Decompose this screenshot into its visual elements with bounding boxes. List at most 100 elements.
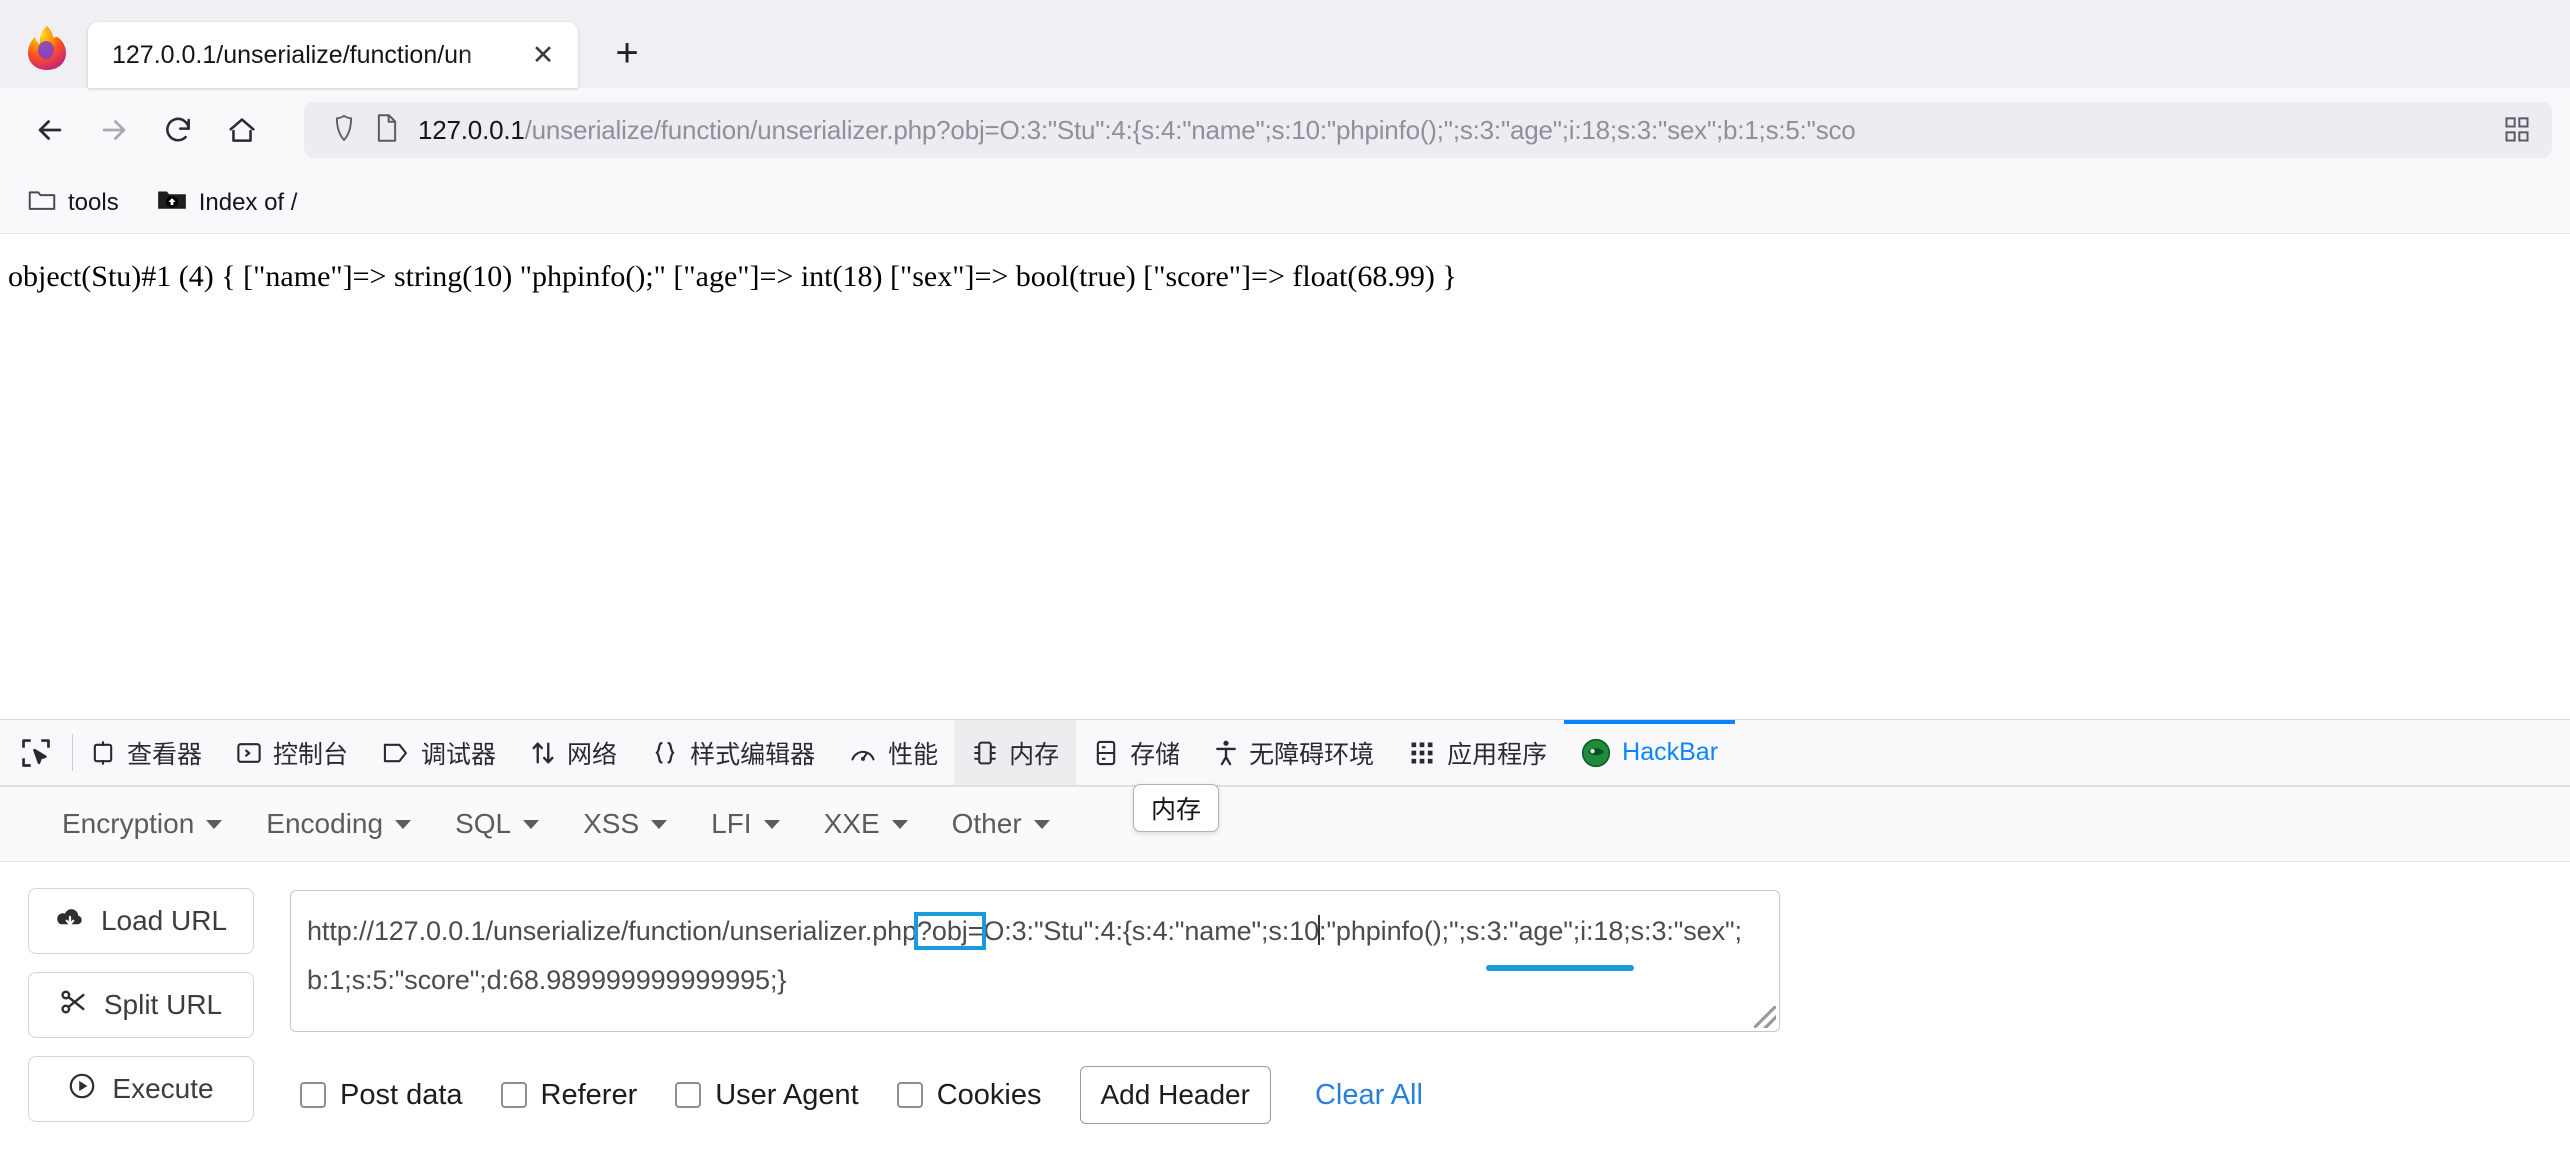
forward-arrow-icon: [82, 98, 146, 162]
hackbar-menu-lfi[interactable]: LFI: [689, 802, 801, 846]
devtools-tab-label: 内存: [1009, 740, 1060, 769]
inspector-icon: [90, 739, 116, 767]
hackbar-menu-encryption[interactable]: Encryption: [40, 802, 244, 846]
debugger-icon: [382, 740, 410, 766]
selection-underline: [1486, 965, 1634, 971]
devtools-tab-style-editor[interactable]: 样式编辑器: [634, 720, 832, 785]
resize-handle[interactable]: [1754, 1006, 1776, 1028]
button-label: Split URL: [103, 989, 223, 1020]
button-label: Load URL: [100, 905, 228, 936]
devtools-tab-memory[interactable]: 内存: [955, 720, 1077, 785]
hackbar-options-row: Post data Referer User Agent Cookies Add…: [290, 1066, 2570, 1124]
url-prefix-text: http://127.0.0.1/unserialize/function/un…: [307, 916, 917, 946]
checkbox-cookies[interactable]: Cookies: [896, 1079, 1042, 1112]
devtools-tab-accessibility[interactable]: 无障碍环境: [1197, 720, 1391, 785]
menu-label: SQL: [455, 808, 512, 839]
checkbox-post-data[interactable]: Post data: [300, 1079, 463, 1112]
shield-icon[interactable]: [330, 113, 358, 148]
url-identity-box: [330, 113, 400, 148]
execute-button[interactable]: Execute: [28, 1056, 254, 1122]
devtools-tab-label: HackBar: [1622, 738, 1719, 766]
checkbox-user-agent[interactable]: User Agent: [675, 1078, 859, 1112]
qr-reader-icon[interactable]: [2504, 116, 2530, 144]
chevron-down-icon: [763, 819, 780, 829]
checkbox-referer[interactable]: Referer: [500, 1078, 638, 1112]
devtools-tab-storage[interactable]: 存储: [1076, 720, 1197, 785]
chevron-down-icon: [1033, 819, 1050, 829]
add-header-button[interactable]: Add Header: [1079, 1066, 1271, 1124]
url-text[interactable]: 127.0.0.1/unserialize/function/unseriali…: [418, 115, 2486, 146]
hackbar-menu-sql[interactable]: SQL: [433, 802, 561, 846]
devtools-tabbar: 查看器 控制台 调试器 网络 样式编辑器 性能 内存 存储 无障碍环境 应用程序…: [0, 720, 2570, 832]
reload-icon[interactable]: [146, 98, 210, 162]
bookmark-label: Index of /: [198, 188, 298, 216]
load-url-button[interactable]: Load URL: [28, 888, 254, 954]
new-tab-button[interactable]: +: [600, 26, 654, 80]
devtools-tab-label: 调试器: [421, 740, 497, 769]
php-var-dump-output: object(Stu)#1 (4) { ["name"]=> string(10…: [8, 260, 1457, 293]
devtools-tab-hackbar[interactable]: HackBar: [1564, 720, 1735, 785]
performance-icon: [849, 740, 877, 766]
menu-label: Encryption: [62, 808, 195, 839]
chevron-down-icon: [523, 819, 540, 829]
devtools-tab-network[interactable]: 网络: [513, 720, 634, 785]
application-icon: [1408, 739, 1436, 767]
bookmark-item-index-of[interactable]: Index of /: [143, 181, 312, 224]
back-arrow-icon[interactable]: [18, 98, 82, 162]
devtools-tab-performance[interactable]: 性能: [832, 720, 955, 785]
checkbox-box[interactable]: [500, 1082, 527, 1108]
browser-window: 127.0.0.1/unserialize/function/un ✕ + 12…: [0, 0, 2570, 1124]
bookmarks-toolbar: tools Index of /: [0, 172, 2570, 234]
hackbar-menu-xxe[interactable]: XXE: [802, 802, 930, 846]
hackbar-menubar: Encryption Encoding SQL XSS LFI XXE Othe…: [0, 786, 2570, 862]
checkbox-box[interactable]: [675, 1082, 702, 1108]
firefox-logo-icon: [24, 24, 70, 70]
devtools-tab-application[interactable]: 应用程序: [1391, 720, 1564, 785]
devtools-tab-label: 存储: [1130, 740, 1181, 769]
devtools-panel: 查看器 控制台 调试器 网络 样式编辑器 性能 内存 存储 无障碍环境 应用程序…: [0, 719, 2570, 1124]
hackbar-menu-other[interactable]: Other: [930, 802, 1072, 846]
hackbar-menu-encoding[interactable]: Encoding: [244, 802, 433, 846]
checkbox-label: User Agent: [715, 1078, 859, 1111]
devtools-tab-label: 应用程序: [1447, 740, 1548, 769]
page-document-icon[interactable]: [374, 113, 400, 148]
devtools-tab-label: 网络: [567, 740, 618, 769]
hackbar-menu-xss[interactable]: XSS: [561, 802, 689, 846]
hackbar-body: Load URL Split URL Execute http://127.0.…: [0, 862, 2570, 1124]
devtools-tab-label: 性能: [888, 740, 939, 769]
close-icon[interactable]: ✕: [526, 38, 560, 72]
bookmark-label: tools: [68, 188, 119, 216]
url-mid-text: O:3:"Stu":4:{s:4:"name";s:10: [983, 916, 1320, 946]
element-picker-icon[interactable]: [0, 720, 72, 785]
browser-tab[interactable]: 127.0.0.1/unserialize/function/un ✕: [88, 22, 578, 88]
url-textarea[interactable]: http://127.0.0.1/unserialize/function/un…: [290, 890, 1780, 1032]
bookmark-item-tools[interactable]: tools: [14, 181, 133, 224]
tab-strip: 127.0.0.1/unserialize/function/un ✕ +: [0, 0, 2570, 88]
devtools-tab-console[interactable]: 控制台: [219, 720, 365, 785]
chevron-down-icon: [891, 819, 908, 829]
checkbox-box[interactable]: [300, 1082, 326, 1108]
accessibility-icon: [1214, 739, 1238, 767]
devtools-tab-label: 控制台: [273, 740, 349, 769]
checkbox-box[interactable]: [896, 1082, 923, 1108]
memory-tab-tooltip: 内存: [1133, 784, 1220, 832]
devtools-tab-label: 查看器: [127, 740, 203, 769]
hackbar-action-buttons: Load URL Split URL Execute: [28, 888, 254, 1124]
play-circle-icon: [68, 1072, 96, 1107]
tab-title: 127.0.0.1/unserialize/function/un: [112, 40, 472, 69]
url-bar[interactable]: 127.0.0.1/unserialize/function/unseriali…: [304, 102, 2552, 158]
url-path: /unserialize/function/unserializer.php?o…: [524, 114, 1856, 145]
checkbox-label: Referer: [540, 1078, 638, 1111]
devtools-tab-label: 无障碍环境: [1249, 740, 1375, 769]
devtools-tab-debugger[interactable]: 调试器: [365, 720, 513, 785]
navigation-toolbar: 127.0.0.1/unserialize/function/unseriali…: [0, 88, 2570, 172]
split-url-button[interactable]: Split URL: [28, 972, 254, 1038]
clear-all-link[interactable]: Clear All: [1315, 1079, 1423, 1112]
console-icon: [236, 740, 262, 766]
menu-label: Other: [951, 808, 1022, 839]
chevron-down-icon: [395, 819, 412, 829]
hackbar-logo-icon: [1581, 738, 1611, 768]
devtools-tab-inspector[interactable]: 查看器: [73, 720, 219, 785]
storage-icon: [1093, 739, 1119, 767]
home-icon[interactable]: [210, 98, 274, 162]
